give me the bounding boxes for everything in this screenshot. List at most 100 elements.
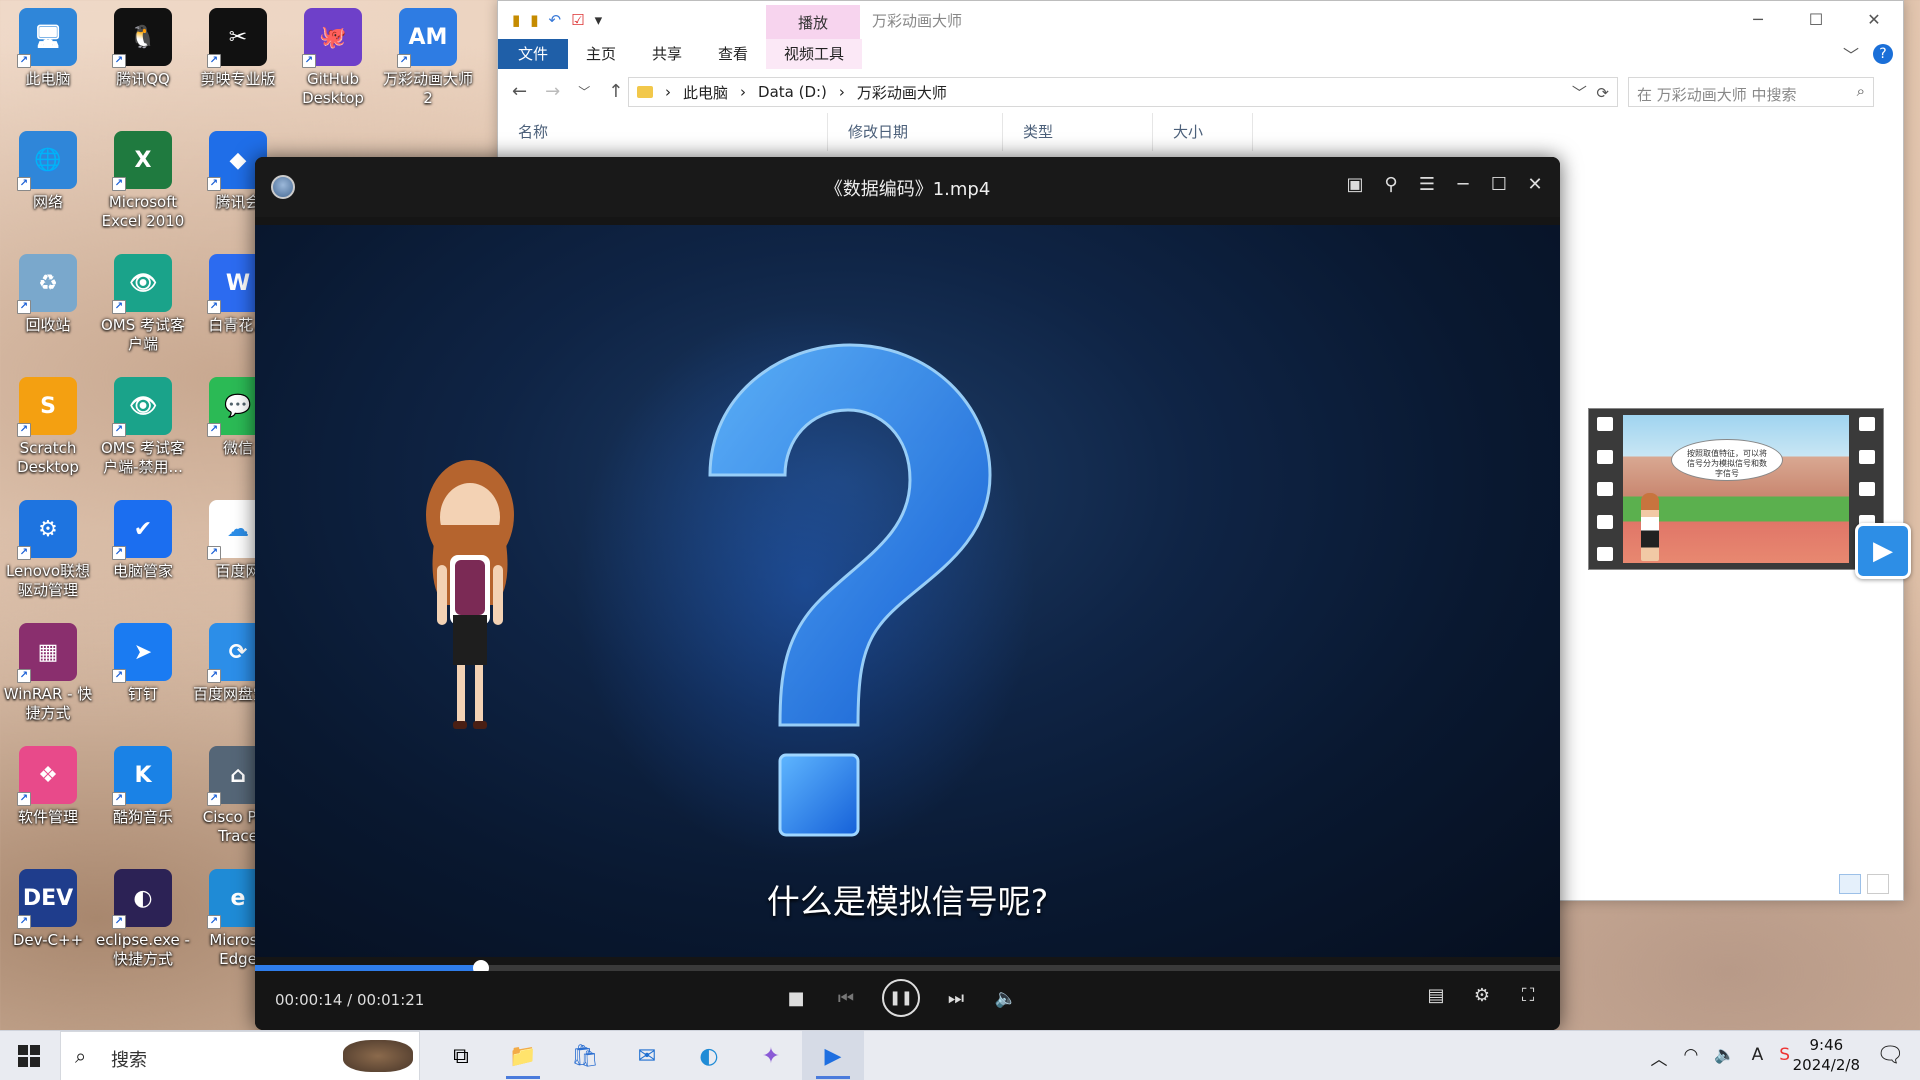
tab-view[interactable]: 查看: [700, 39, 766, 69]
desktop-shortcut[interactable]: 👁 ↗ OMS 考试客户端-禁用...: [95, 373, 191, 477]
close-button[interactable]: ✕: [1845, 1, 1903, 39]
column-name[interactable]: 名称: [498, 113, 828, 151]
breadcrumb-this-pc[interactable]: 此电脑: [683, 82, 728, 103]
back-icon[interactable]: ←: [512, 81, 527, 103]
desktop-shortcut[interactable]: ⚙ ↗ Lenovo联想驱动管理: [0, 496, 96, 600]
desktop-shortcut[interactable]: ♻ ↗ 回收站: [0, 250, 96, 335]
sogou-ime-icon[interactable]: S: [1779, 1045, 1790, 1070]
playlist-icon[interactable]: ▤: [1424, 985, 1448, 1006]
devcpp-icon: DEV ↗: [17, 869, 77, 929]
shortcut-arrow-icon: ↗: [207, 546, 221, 560]
edge-taskbar-icon[interactable]: ◐: [678, 1031, 740, 1080]
column-modified[interactable]: 修改日期: [828, 113, 1003, 151]
player-window-controls: ▣ ⚲ ☰ ─ ☐ ✕: [1344, 171, 1546, 199]
context-tab-play[interactable]: 播放: [766, 5, 860, 39]
maximize-icon[interactable]: ☐: [1488, 171, 1510, 199]
windows-start-icon[interactable]: [18, 1045, 40, 1067]
video-player-taskbar-icon[interactable]: ▶: [802, 1031, 864, 1080]
breadcrumb-separator-icon: ›: [740, 83, 747, 101]
pin-icon[interactable]: ⚲: [1380, 171, 1402, 199]
desktop-shortcut[interactable]: ✂ ↗ 剪映专业版: [190, 4, 286, 89]
microsoft-store-icon[interactable]: 🛍: [554, 1031, 616, 1080]
desktop-shortcut[interactable]: S ↗ Scratch Desktop: [0, 373, 96, 477]
volume-button[interactable]: 🔈: [992, 984, 1020, 1012]
details-view-icon[interactable]: [1839, 874, 1861, 894]
video-thumbnail[interactable]: 按照取值特征，可以将信号分为模拟信号和数字信号 ▶: [1588, 408, 1911, 579]
cartoon-girl-graphic: [426, 460, 514, 729]
desktop-shortcut[interactable]: 🐧 ↗ 腾讯QQ: [95, 4, 191, 89]
properties-icon[interactable]: ☑: [571, 11, 584, 29]
fullscreen-icon[interactable]: ⛶: [1516, 985, 1540, 1006]
stop-button[interactable]: ■: [782, 984, 810, 1012]
view-switcher: [1839, 874, 1889, 894]
desktop-shortcut[interactable]: 👁 ↗ OMS 考试客户端: [95, 250, 191, 354]
minimize-button[interactable]: ─: [1729, 1, 1787, 39]
folder-icon[interactable]: ▮: [512, 11, 520, 29]
desktop-shortcut-label: 软件管理: [17, 808, 78, 826]
task-view-icon[interactable]: ⧉: [430, 1031, 492, 1080]
expand-ribbon-icon[interactable]: ﹀: [1843, 42, 1859, 66]
desktop-shortcut[interactable]: K ↗ 酷狗音乐: [95, 742, 191, 827]
ime-mode-icon[interactable]: A: [1752, 1045, 1764, 1070]
desktop-shortcut[interactable]: AM ↗ 万彩动画大师 2: [380, 4, 476, 108]
address-bar[interactable]: › 此电脑 › Data (D:) › 万彩动画大师 ﹀ ⟳: [628, 77, 1618, 107]
column-size[interactable]: 大小: [1153, 113, 1253, 151]
desktop-shortcut[interactable]: 🖥 ↗ 此电脑: [0, 4, 96, 89]
settings-icon[interactable]: ⚙: [1470, 985, 1494, 1006]
breadcrumb-drive[interactable]: Data (D:): [758, 83, 827, 101]
column-type[interactable]: 类型: [1003, 113, 1153, 151]
menu-icon[interactable]: ☰: [1416, 171, 1438, 199]
video-frame[interactable]: 什么是模拟信号呢?: [255, 225, 1560, 957]
large-icons-view-icon[interactable]: [1867, 874, 1889, 894]
desktop-shortcut[interactable]: ➤ ↗ 钉钉: [95, 619, 191, 704]
address-row: ← → ﹀ ↑ › 此电脑 › Data (D:) › 万彩动画大师 ﹀ ⟳ 在…: [498, 77, 1903, 107]
previous-button[interactable]: ⏮: [832, 984, 860, 1012]
volume-icon[interactable]: 🔈: [1714, 1045, 1735, 1070]
search-icon: ⌕: [75, 1044, 87, 1068]
minimize-icon[interactable]: ─: [1452, 171, 1474, 199]
address-dropdown-icon[interactable]: ﹀: [1572, 84, 1587, 102]
tab-video-tools[interactable]: 视频工具: [766, 39, 863, 69]
mini-mode-icon[interactable]: ▣: [1344, 171, 1366, 199]
tab-home[interactable]: 主页: [568, 39, 634, 69]
notification-center-icon[interactable]: 🗨: [1876, 1043, 1904, 1068]
close-icon[interactable]: ✕: [1524, 171, 1546, 199]
tab-file[interactable]: 文件: [498, 39, 568, 69]
taskbar-search-placeholder: 搜索: [111, 1050, 147, 1071]
desktop-shortcut[interactable]: ✔ ↗ 电脑管家: [95, 496, 191, 581]
desktop-shortcut[interactable]: 🐙 ↗ GitHub Desktop: [285, 4, 381, 108]
player-controls: 00:00:14 / 00:01:21 ■ ⏮ ❚❚ ⏭ 🔈 ▤ ⚙ ⛶: [255, 971, 1560, 1030]
desktop-shortcut[interactable]: 🌐 ↗ 网络: [0, 127, 96, 212]
explorer-search-input[interactable]: 在 万彩动画大师 中搜索 ⌕: [1628, 77, 1874, 107]
up-icon[interactable]: ↑: [608, 81, 623, 103]
file-explorer-taskbar-icon[interactable]: 📁: [492, 1031, 554, 1080]
clock-time: 9:46: [1809, 1036, 1844, 1054]
desktop-shortcut[interactable]: DEV ↗ Dev-C++: [0, 865, 96, 950]
taskbar-search-box[interactable]: ⌕ 搜索: [60, 1031, 420, 1080]
qat-dropdown-icon[interactable]: ▾: [595, 11, 603, 29]
copilot-icon[interactable]: ✦: [740, 1031, 802, 1080]
help-icon[interactable]: ?: [1873, 44, 1893, 64]
forward-icon[interactable]: →: [545, 81, 560, 103]
new-folder-icon[interactable]: ▮: [530, 11, 538, 29]
video-player-window: 《数据编码》1.mp4 ▣ ⚲ ☰ ─ ☐ ✕ 什么是模拟信号呢? 00:00:…: [255, 157, 1560, 1030]
undo-icon[interactable]: ↶: [549, 11, 562, 29]
navigation-buttons: ← → ﹀ ↑: [498, 81, 628, 103]
desktop-shortcut[interactable]: ◐ ↗ eclipse.exe - 快捷方式: [95, 865, 191, 969]
mail-icon[interactable]: ✉: [616, 1031, 678, 1080]
tab-share[interactable]: 共享: [634, 39, 700, 69]
desktop-shortcut[interactable]: ▦ ↗ WinRAR - 快捷方式: [0, 619, 96, 723]
computer-icon: 🖥 ↗: [17, 8, 77, 68]
shortcut-arrow-icon: ↗: [17, 669, 31, 683]
taskbar-clock[interactable]: 9:46 2024/2/8: [1793, 1035, 1860, 1075]
next-button[interactable]: ⏭: [942, 984, 970, 1012]
network-icon[interactable]: ◠: [1684, 1045, 1699, 1070]
refresh-icon[interactable]: ⟳: [1596, 84, 1609, 102]
maximize-button[interactable]: ☐: [1787, 1, 1845, 39]
desktop-shortcut[interactable]: X ↗ Microsoft Excel 2010: [95, 127, 191, 231]
pause-button[interactable]: ❚❚: [882, 979, 920, 1017]
breadcrumb-folder[interactable]: 万彩动画大师: [857, 82, 947, 103]
tray-overflow-icon[interactable]: ︿: [1651, 1045, 1668, 1070]
desktop-shortcut[interactable]: ❖ ↗ 软件管理: [0, 742, 96, 827]
recent-dropdown-icon[interactable]: ﹀: [578, 81, 590, 103]
